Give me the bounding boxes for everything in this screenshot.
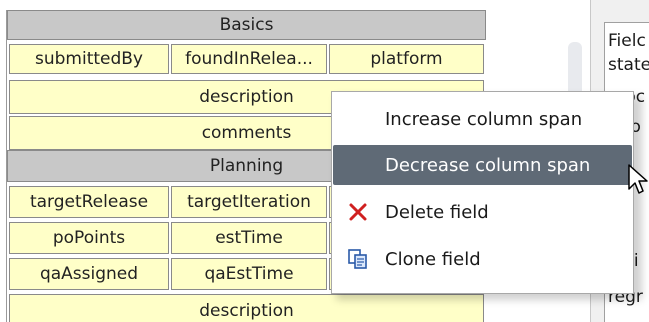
mouse-pointer-icon — [627, 163, 649, 197]
field-platform[interactable]: platform — [329, 44, 484, 74]
menu-item-delete-field[interactable]: Delete field — [333, 192, 632, 232]
context-menu: Increase column span Decrease column spa… — [331, 91, 634, 294]
menu-item-clone-field[interactable]: Clone field — [333, 239, 632, 279]
field-estTime[interactable]: estTime — [171, 222, 327, 254]
menu-item-decrease-column-span[interactable]: Decrease column span — [333, 145, 632, 185]
clone-icon — [347, 248, 369, 270]
field-submittedBy[interactable]: submittedBy — [9, 44, 169, 74]
field-foundInRelease[interactable]: foundInRelea... — [171, 44, 327, 74]
field-list-header[interactable]: Fielc — [608, 33, 646, 50]
menu-item-label: Decrease column span — [385, 154, 591, 176]
section-header-basics[interactable]: Basics — [7, 10, 486, 40]
menu-item-label: Delete field — [385, 201, 489, 223]
menu-item-label: Increase column span — [385, 108, 583, 130]
field-qaAssigned[interactable]: qaAssigned — [9, 258, 169, 290]
form-designer: Basics submittedBy foundInRelea... platf… — [0, 0, 649, 322]
field-targetIteration[interactable]: targetIteration — [171, 186, 327, 218]
red-x-icon — [347, 201, 369, 223]
field-list-item[interactable]: state — [608, 57, 649, 74]
menu-item-increase-column-span[interactable]: Increase column span — [333, 99, 632, 139]
field-poPoints[interactable]: poPoints — [9, 222, 169, 254]
menu-item-label: Clone field — [385, 248, 481, 270]
field-qaEstTime[interactable]: qaEstTime — [171, 258, 327, 290]
field-targetRelease[interactable]: targetRelease — [9, 186, 169, 218]
